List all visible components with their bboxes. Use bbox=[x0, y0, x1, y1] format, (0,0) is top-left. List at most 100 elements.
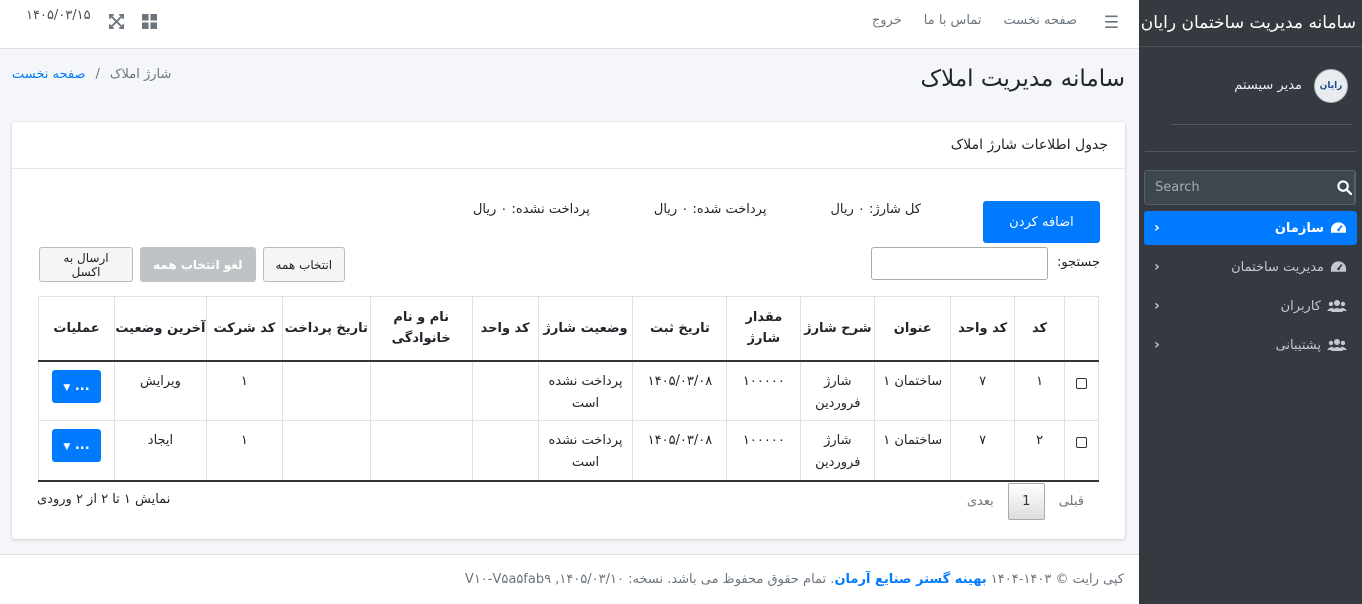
chevron-left-icon: ‹ bbox=[1154, 337, 1160, 353]
pagination: قبلی 1 بعدی bbox=[953, 483, 1098, 520]
col-full-name[interactable]: نام و نام خانوادگی bbox=[369, 296, 473, 362]
select-all-button[interactable]: انتخاب همه bbox=[262, 247, 346, 282]
fullscreen-icon[interactable] bbox=[108, 14, 124, 29]
table-row[interactable]: ۲ ۷ ساختمان ۱ شارژ فروردین ۱۰۰۰۰۰ ۱۴۰۵/۰… bbox=[37, 420, 1099, 481]
cell-status: پرداخت نشده است bbox=[537, 360, 634, 421]
cell-name bbox=[369, 420, 473, 481]
cell-date: ۱۴۰۵/۰۳/۰۸ bbox=[632, 360, 728, 421]
pagination-prev[interactable]: قبلی bbox=[1045, 483, 1098, 520]
sidebar-search-button[interactable] bbox=[1335, 171, 1355, 204]
card-header: جدول اطلاعات شارژ املاک bbox=[12, 122, 1125, 169]
breadcrumb-current: شارژ املاک bbox=[109, 67, 172, 82]
cell-pay-date bbox=[281, 420, 371, 481]
col-unit-code-2[interactable]: کد واحد bbox=[471, 296, 539, 362]
charge-table: کد کد واحد عنوان شرح شارژ مقدار شارژ تار… bbox=[37, 296, 1099, 482]
footer-suffix: . تمام حقوق محفوظ می باشد. نسخه: ۱۴۰۵/۰۳… bbox=[464, 572, 835, 587]
chevron-left-icon: ‹ bbox=[1154, 298, 1160, 314]
sidebar-divider bbox=[1145, 151, 1356, 152]
top-nav-links: صفحه نخست تماس با ما خروج bbox=[872, 13, 1077, 28]
cell-unit-code bbox=[471, 420, 539, 481]
cell-pay-date bbox=[281, 360, 371, 421]
cell-status: پرداخت نشده است bbox=[537, 420, 634, 481]
sidebar-search bbox=[1144, 170, 1356, 205]
cell-desc: شارژ فروردین bbox=[800, 420, 876, 481]
stat-total: کل شارژ: ۰ ریال bbox=[830, 202, 921, 217]
col-unit-code[interactable]: کد واحد bbox=[950, 296, 1016, 362]
sidebar-item-support[interactable]: پشتیبانی ‹ bbox=[1144, 328, 1357, 362]
col-charge-amount[interactable]: مقدار شارژ bbox=[726, 296, 802, 362]
users-icon bbox=[1327, 339, 1347, 351]
top-navbar: ☰ صفحه نخست تماس با ما خروج ۱۴۰۵/۰۳/۱۵ bbox=[0, 0, 1139, 49]
cell-date: ۱۴۰۵/۰۳/۰۸ bbox=[632, 420, 728, 481]
charge-stats: کل شارژ: ۰ ریال پرداخت شده: ۰ ریال پرداخ… bbox=[473, 202, 921, 217]
user-panel[interactable]: رایان مدیر سیستم bbox=[1171, 47, 1352, 125]
col-operations: عملیات bbox=[37, 296, 116, 362]
pagination-next[interactable]: بعدی bbox=[953, 483, 1008, 520]
cell-code: ۲ bbox=[1014, 420, 1066, 481]
top-nav-home[interactable]: صفحه نخست bbox=[1004, 13, 1077, 28]
operations-dropdown-button[interactable]: ... ▼ bbox=[52, 429, 101, 462]
brand-link[interactable]: سامانه مدیریت ساختمان رایان bbox=[1139, 0, 1362, 47]
sidebar-item-label: مدیریت ساختمان bbox=[1231, 259, 1324, 275]
menu-toggle-icon[interactable]: ☰ bbox=[1104, 13, 1119, 33]
sidebar-item-label: کاربران bbox=[1280, 298, 1321, 314]
top-nav-logout[interactable]: خروج bbox=[872, 13, 902, 28]
table-search-label: جستجو: bbox=[1056, 255, 1100, 270]
row-checkbox[interactable] bbox=[1076, 437, 1088, 448]
footer-prefix: کپی رایت © ۱۴۰۳-۱۴۰۴ bbox=[990, 572, 1124, 587]
export-excel-button[interactable]: ارسال به اکسل bbox=[39, 247, 133, 282]
operations-dropdown-button[interactable]: ... ▼ bbox=[52, 369, 101, 403]
col-charge-status[interactable]: وضعیت شارژ bbox=[537, 296, 634, 362]
cell-amount: ۱۰۰۰۰۰ bbox=[726, 360, 802, 421]
caret-down-icon: ▼ bbox=[63, 442, 71, 452]
col-register-date[interactable]: تاریخ ثبت bbox=[632, 296, 728, 362]
stat-paid: پرداخت شده: ۰ ریال bbox=[653, 202, 767, 217]
add-button[interactable]: اضافه کردن bbox=[983, 201, 1100, 243]
cell-last-status: ایجاد bbox=[114, 420, 207, 481]
table-search-input[interactable] bbox=[871, 247, 1048, 280]
ops-label: ... bbox=[74, 438, 90, 453]
ops-label: ... bbox=[74, 378, 90, 394]
footer-company-link[interactable]: بهینه گستر صنایع آرمان bbox=[834, 572, 986, 587]
deselect-all-button[interactable]: لغو انتخاب همه bbox=[140, 247, 256, 282]
col-company-code[interactable]: کد شرکت bbox=[205, 296, 283, 362]
sidebar-item-organization[interactable]: سازمان ‹ bbox=[1144, 211, 1357, 245]
col-title[interactable]: عنوان bbox=[874, 296, 952, 362]
users-icon bbox=[1327, 300, 1347, 312]
table-row[interactable]: ۱ ۷ ساختمان ۱ شارژ فروردین ۱۰۰۰۰۰ ۱۴۰۵/۰… bbox=[37, 360, 1099, 421]
breadcrumb-separator: / bbox=[95, 67, 100, 82]
sidebar-search-input[interactable] bbox=[1145, 171, 1335, 204]
breadcrumb-home-link[interactable]: صفحه نخست bbox=[12, 67, 85, 82]
chevron-left-icon: ‹ bbox=[1154, 220, 1160, 236]
stat-unpaid: پرداخت نشده: ۰ ریال bbox=[472, 202, 590, 217]
sidebar-item-label: سازمان bbox=[1274, 220, 1324, 236]
col-code[interactable]: کد bbox=[1014, 296, 1066, 362]
cell-unit: ۷ bbox=[950, 360, 1016, 421]
sidebar-item-building-management[interactable]: مدیریت ساختمان ‹ bbox=[1144, 250, 1357, 284]
col-charge-desc[interactable]: شرح شارژ bbox=[800, 296, 876, 362]
row-checkbox[interactable] bbox=[1076, 377, 1088, 389]
cell-title: ساختمان ۱ bbox=[874, 420, 952, 481]
dashboard-icon bbox=[1330, 261, 1347, 272]
sidebar-item-users[interactable]: کاربران ‹ bbox=[1144, 289, 1357, 323]
cell-title: ساختمان ۱ bbox=[874, 360, 952, 421]
chevron-left-icon: ‹ bbox=[1154, 259, 1160, 275]
cell-unit-code bbox=[471, 360, 539, 421]
user-name[interactable]: مدیر سیستم bbox=[1234, 78, 1302, 93]
grid-icon[interactable] bbox=[141, 14, 157, 29]
col-pay-date[interactable]: تاریخ پرداخت bbox=[281, 296, 371, 362]
caret-down-icon: ▼ bbox=[63, 382, 71, 393]
pagination-page-1[interactable]: 1 bbox=[1007, 483, 1045, 520]
cell-name bbox=[369, 360, 473, 421]
table-info: نمایش ۱ تا ۲ از ۲ ورودی bbox=[37, 492, 171, 507]
col-select bbox=[1064, 296, 1099, 362]
table-header-row: کد کد واحد عنوان شرح شارژ مقدار شارژ تار… bbox=[37, 296, 1099, 362]
col-last-status[interactable]: آخرین وضعیت bbox=[114, 296, 207, 362]
top-nav-contact[interactable]: تماس با ما bbox=[924, 13, 982, 28]
footer-copyright: کپی رایت © ۱۴۰۳-۱۴۰۴ بهینه گستر صنایع آر… bbox=[465, 572, 1124, 587]
search-icon bbox=[1337, 180, 1352, 195]
cell-company: ۱ bbox=[205, 420, 283, 481]
current-date: ۱۴۰۵/۰۳/۱۵ bbox=[26, 8, 91, 23]
table-buttons: ارسال به اکسل لغو انتخاب همه انتخاب همه bbox=[39, 247, 346, 282]
cell-amount: ۱۰۰۰۰۰ bbox=[726, 420, 802, 481]
